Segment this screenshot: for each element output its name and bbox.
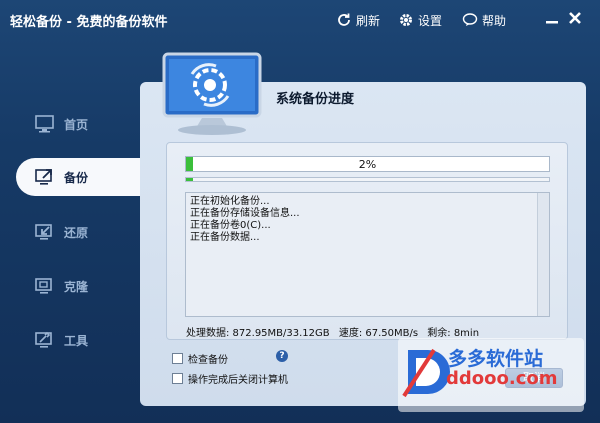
log-scrollbar[interactable]	[537, 193, 549, 316]
refresh-button[interactable]: 刷新	[336, 11, 380, 29]
log-textarea[interactable]: 正在初始化备份... 正在备份存储设备信息... 正在备份卷0(C)... 正在…	[185, 192, 550, 317]
chat-help-icon	[462, 13, 478, 26]
close-icon[interactable]	[566, 9, 584, 27]
sidebar-item-restore[interactable]: 还原	[0, 213, 140, 251]
watermark-url: ddooo.com	[446, 368, 558, 389]
app-window: 轻松备份 - 免费的备份软件 刷新 设置 帮助 首页 备份 还原 克隆 工具 系…	[0, 0, 600, 423]
tools-icon	[35, 331, 52, 348]
log-line: 正在备份卷0(C)...	[190, 220, 271, 231]
backup-icon	[35, 169, 52, 185]
sidebar-item-label: 备份	[64, 171, 89, 185]
settings-label: 设置	[418, 13, 443, 28]
processed-data: 处理数据: 872.95MB/33.12GB	[186, 328, 330, 339]
restore-icon	[35, 224, 52, 240]
question-icon[interactable]: ?	[276, 350, 288, 362]
log-line: 正在初始化备份...	[190, 196, 270, 207]
shutdown-checkbox[interactable]	[172, 373, 183, 384]
log-line: 正在备份数据...	[190, 232, 260, 243]
check-backup-label: 检查备份	[188, 355, 228, 366]
sidebar-item-label: 还原	[64, 226, 89, 240]
monitor-home-icon	[35, 115, 54, 133]
check-backup-option[interactable]: 检查备份	[172, 351, 228, 366]
sidebar-item-label: 首页	[64, 118, 89, 132]
help-label: 帮助	[482, 13, 507, 28]
sub-progress-bar	[185, 177, 550, 182]
clone-icon	[35, 278, 52, 294]
shutdown-option[interactable]: 操作完成后关闭计算机	[172, 371, 288, 386]
app-title: 轻松备份 - 免费的备份软件	[10, 15, 168, 30]
settings-button[interactable]: 设置	[398, 11, 442, 29]
sidebar-item-clone[interactable]: 克隆	[0, 267, 140, 305]
check-backup-checkbox[interactable]	[172, 353, 183, 364]
gear-icon	[400, 14, 412, 26]
shutdown-label: 操作完成后关闭计算机	[188, 375, 288, 386]
minimize-icon[interactable]	[543, 9, 561, 27]
refresh-icon	[338, 13, 350, 26]
page-title: 系统备份进度	[276, 92, 355, 107]
sidebar-item-tools[interactable]: 工具	[0, 321, 140, 359]
refresh-label: 刷新	[356, 13, 381, 28]
log-line: 正在备份存储设备信息...	[190, 208, 300, 219]
title-bar: 轻松备份 - 免费的备份软件 刷新 设置 帮助	[0, 0, 600, 40]
overall-progress-bar: 2%	[185, 156, 550, 172]
sidebar-item-backup[interactable]: 备份	[16, 158, 150, 196]
backup-stats: 处理数据: 872.95MB/33.12GB 速度: 67.50MB/s 剩余:…	[186, 324, 485, 339]
monitor-backup-icon	[162, 52, 262, 135]
watermark-title: 多多软件站	[448, 348, 544, 370]
sidebar-item-label: 工具	[64, 334, 89, 348]
help-button[interactable]: 帮助	[462, 11, 506, 29]
sub-progress-fill	[186, 178, 194, 181]
progress-percent: 2%	[358, 158, 377, 171]
sidebar-item-label: 克隆	[64, 280, 89, 294]
sidebar-item-home[interactable]: 首页	[0, 105, 140, 143]
